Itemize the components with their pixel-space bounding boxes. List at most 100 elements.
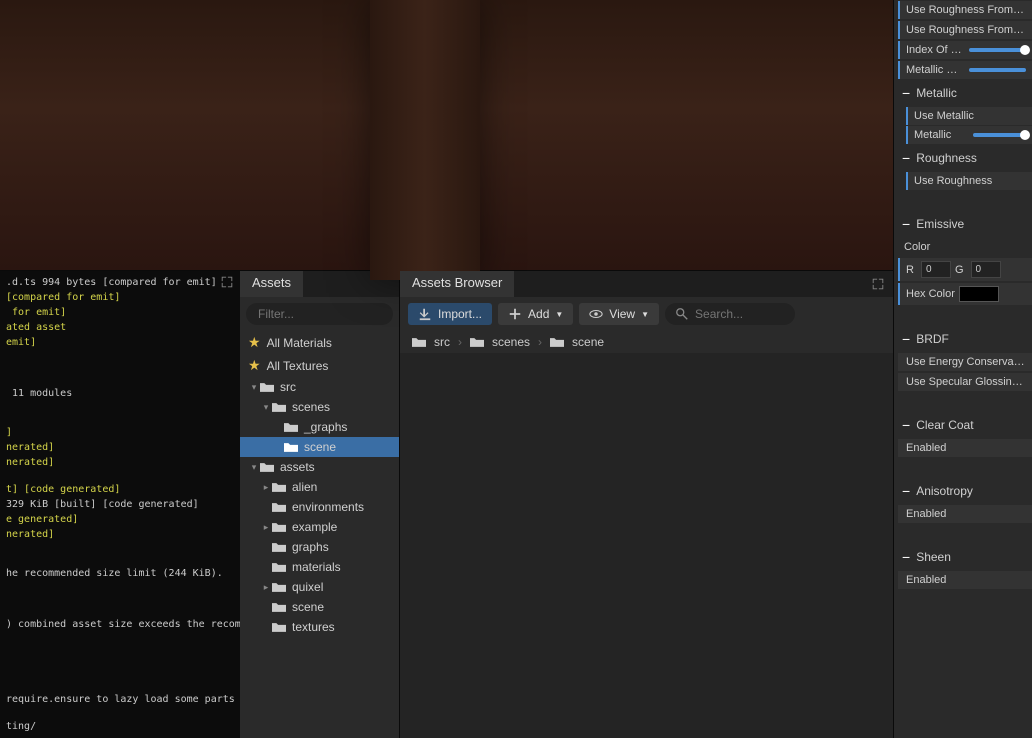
folder-icon bbox=[284, 422, 298, 433]
chevron-down-icon: ▾ bbox=[260, 402, 272, 413]
console-line: ting/ bbox=[6, 719, 234, 734]
prop-metallic-slider[interactable]: Metallic bbox=[906, 126, 1032, 144]
prop-hex-color[interactable]: Hex Color bbox=[898, 283, 1032, 305]
browser-content[interactable] bbox=[400, 353, 893, 738]
console-line: ated asset bbox=[6, 320, 234, 335]
color-r-input[interactable] bbox=[921, 261, 951, 278]
prop-metallic-f0[interactable]: Metallic F0 F bbox=[898, 61, 1032, 79]
folder-open-icon bbox=[260, 462, 274, 473]
tree-alien[interactable]: ▸ alien bbox=[240, 477, 399, 497]
section-anisotropy[interactable]: − Anisotropy bbox=[894, 478, 1032, 504]
view-button[interactable]: View ▼ bbox=[579, 303, 659, 325]
console-line: e generated] bbox=[6, 512, 234, 527]
tree-materials[interactable]: materials bbox=[240, 557, 399, 577]
tree-scene2[interactable]: scene bbox=[240, 597, 399, 617]
tree-all-textures[interactable]: ★ All Textures bbox=[240, 354, 399, 377]
slider[interactable] bbox=[973, 133, 1026, 137]
tree-assets[interactable]: ▾ assets bbox=[240, 457, 399, 477]
viewport-3d[interactable] bbox=[0, 0, 893, 270]
console-line: [compared for emit] bbox=[6, 290, 234, 305]
color-g-input[interactable] bbox=[971, 261, 1001, 278]
tree-quixel[interactable]: ▸ quixel bbox=[240, 577, 399, 597]
prop-use-roughness-meta[interactable]: Use Roughness From Meta bbox=[898, 1, 1032, 19]
chevron-right-icon: › bbox=[458, 335, 462, 349]
tree-scene[interactable]: scene bbox=[240, 437, 399, 457]
prop-color-rgb[interactable]: R G bbox=[898, 258, 1032, 281]
slider[interactable] bbox=[969, 48, 1026, 52]
minus-icon: − bbox=[902, 85, 910, 101]
section-clear-coat[interactable]: − Clear Coat bbox=[894, 412, 1032, 438]
minus-icon: − bbox=[902, 417, 910, 433]
prop-specular-glossiness[interactable]: Use Specular Glossiness In bbox=[898, 373, 1032, 391]
import-button[interactable]: Import... bbox=[408, 303, 492, 325]
download-icon bbox=[418, 307, 432, 321]
eye-icon bbox=[589, 307, 603, 321]
folder-icon bbox=[272, 622, 286, 633]
console-line: 329 KiB [built] [code generated] bbox=[6, 497, 234, 512]
tree-textures[interactable]: textures bbox=[240, 617, 399, 637]
tree-scenes[interactable]: ▾ scenes bbox=[240, 397, 399, 417]
console-line: nerated] bbox=[6, 455, 234, 470]
breadcrumb-scene[interactable]: scene bbox=[572, 335, 604, 349]
search-icon bbox=[675, 307, 689, 321]
tree-all-materials[interactable]: ★ All Materials bbox=[240, 331, 399, 354]
folder-icon bbox=[272, 482, 286, 493]
folder-icon bbox=[272, 542, 286, 553]
folder-icon bbox=[550, 337, 564, 348]
console-line: ) combined asset size exceeds the recomm… bbox=[6, 617, 234, 632]
tree-graphs2[interactable]: graphs bbox=[240, 537, 399, 557]
folder-icon bbox=[272, 522, 286, 533]
folder-icon bbox=[284, 442, 298, 453]
assets-panel: Assets ★ All Materials ★ All Textures bbox=[240, 271, 400, 738]
prop-sheen-enabled[interactable]: Enabled bbox=[898, 571, 1032, 589]
prop-index-of-refraction[interactable]: Index Of Refr bbox=[898, 41, 1032, 59]
chevron-right-icon: ▸ bbox=[260, 522, 272, 533]
chevron-right-icon: › bbox=[538, 335, 542, 349]
prop-clear-coat-enabled[interactable]: Enabled bbox=[898, 439, 1032, 457]
chevron-right-icon: ▸ bbox=[260, 582, 272, 593]
chevron-down-icon: ▼ bbox=[555, 310, 563, 319]
minus-icon: − bbox=[902, 150, 910, 166]
folder-icon bbox=[470, 337, 484, 348]
prop-use-roughness[interactable]: Use Roughness bbox=[906, 172, 1032, 190]
folder-icon bbox=[272, 562, 286, 573]
section-roughness[interactable]: − Roughness bbox=[894, 145, 1032, 171]
prop-use-roughness-meta2[interactable]: Use Roughness From Meta bbox=[898, 21, 1032, 39]
slider[interactable] bbox=[969, 68, 1026, 72]
breadcrumb-src[interactable]: src bbox=[434, 335, 450, 349]
prop-anisotropy-enabled[interactable]: Enabled bbox=[898, 505, 1032, 523]
search-input[interactable] bbox=[695, 307, 785, 321]
prop-use-metallic[interactable]: Use Metallic bbox=[906, 107, 1032, 125]
tree-src[interactable]: ▾ src bbox=[240, 377, 399, 397]
color-swatch[interactable] bbox=[959, 286, 999, 302]
console-line: emit] bbox=[6, 335, 234, 350]
filter-input[interactable] bbox=[258, 307, 413, 321]
section-sheen[interactable]: − Sheen bbox=[894, 544, 1032, 570]
minus-icon: − bbox=[902, 483, 910, 499]
folder-icon bbox=[272, 602, 286, 613]
console-line: nerated] bbox=[6, 527, 234, 542]
breadcrumb-scenes[interactable]: scenes bbox=[492, 335, 530, 349]
folder-icon bbox=[412, 337, 426, 348]
expand-icon[interactable] bbox=[220, 275, 234, 289]
add-button[interactable]: Add ▼ bbox=[498, 303, 573, 325]
star-icon: ★ bbox=[248, 357, 261, 374]
tab-assets-browser[interactable]: Assets Browser bbox=[400, 271, 514, 297]
tab-assets[interactable]: Assets bbox=[240, 271, 303, 297]
prop-energy-conservation[interactable]: Use Energy Conservation bbox=[898, 353, 1032, 371]
search-box[interactable] bbox=[665, 303, 795, 325]
folder-icon bbox=[272, 502, 286, 513]
tree-example[interactable]: ▸ example bbox=[240, 517, 399, 537]
tree-graphs[interactable]: _graphs bbox=[240, 417, 399, 437]
section-brdf[interactable]: − BRDF bbox=[894, 326, 1032, 352]
console-line: .d.ts 994 bytes [compared for emit] bbox=[6, 275, 234, 290]
tree-environments[interactable]: environments bbox=[240, 497, 399, 517]
section-emissive[interactable]: − Emissive bbox=[894, 211, 1032, 237]
console-line: he recommended size limit (244 KiB). bbox=[6, 566, 234, 581]
folder-open-icon bbox=[272, 402, 286, 413]
section-metallic[interactable]: − Metallic bbox=[894, 80, 1032, 106]
star-icon: ★ bbox=[248, 334, 261, 351]
expand-icon[interactable] bbox=[871, 277, 885, 291]
filter-box[interactable] bbox=[246, 303, 393, 325]
assets-tree: ★ All Materials ★ All Textures ▾ src ▾ bbox=[240, 329, 399, 738]
